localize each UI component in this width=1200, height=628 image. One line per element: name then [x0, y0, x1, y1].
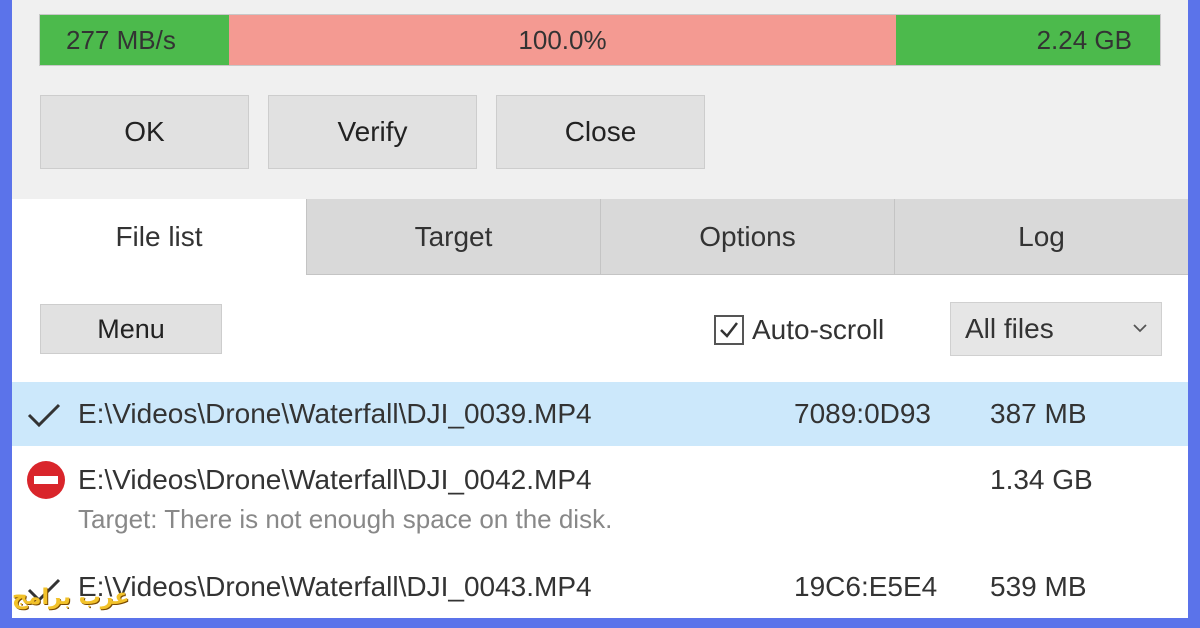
total-size: 2.24 GB: [896, 15, 1160, 65]
tab-log[interactable]: Log: [894, 199, 1188, 275]
file-error-message: Target: There is not enough space on the…: [78, 504, 613, 534]
transfer-speed: 277 MB/s: [40, 15, 229, 65]
autoscroll-checkbox[interactable]: [714, 315, 744, 345]
file-size: 1.34 GB: [990, 464, 1093, 495]
ok-button[interactable]: OK: [40, 95, 249, 169]
file-row[interactable]: E:\Videos\Drone\Waterfall\DJI_0039.MP4 7…: [12, 382, 1188, 446]
tab-file-list[interactable]: File list: [12, 199, 306, 275]
file-size: 387 MB: [990, 398, 1087, 429]
file-path: E:\Videos\Drone\Waterfall\DJI_0042.MP4: [78, 464, 592, 495]
chevron-down-icon: [1133, 324, 1147, 333]
menu-button[interactable]: Menu: [40, 304, 222, 354]
file-hash: 19C6:E5E4: [794, 571, 938, 602]
progress-percent: 100.0%: [229, 15, 896, 65]
file-row[interactable]: E:\Videos\Drone\Waterfall\DJI_0043.MP4 1…: [12, 557, 1188, 618]
verify-button[interactable]: Verify: [268, 95, 477, 169]
checkbox-check-icon: [720, 322, 738, 338]
tab-bar: File list Target Options Log: [12, 199, 1188, 275]
close-button[interactable]: Close: [496, 95, 705, 169]
file-path: E:\Videos\Drone\Waterfall\DJI_0043.MP4: [78, 571, 592, 602]
autoscroll-label: Auto-scroll: [752, 314, 885, 345]
tab-options[interactable]: Options: [600, 199, 894, 275]
copy-progress-bar: 277 MB/s 100.0% 2.24 GB: [39, 14, 1161, 66]
watermark-logo: عرب برامج: [12, 585, 130, 610]
file-filter-value: All files: [965, 313, 1054, 344]
tab-target[interactable]: Target: [306, 199, 600, 275]
app-window: 277 MB/s 100.0% 2.24 GB OK Verify Close …: [12, 0, 1188, 618]
error-icon: [27, 461, 65, 499]
autoscroll-toggle[interactable]: Auto-scroll: [714, 312, 884, 348]
file-hash: 7089:0D93: [794, 398, 932, 429]
file-size: 539 MB: [990, 571, 1087, 602]
checkmark-icon: [27, 403, 61, 428]
file-path: E:\Videos\Drone\Waterfall\DJI_0039.MP4: [78, 398, 592, 429]
file-filter-select[interactable]: All files: [950, 302, 1162, 356]
file-list-panel: Menu Auto-scroll All files E:\Videos\Dro…: [12, 275, 1188, 618]
file-row[interactable]: E:\Videos\Drone\Waterfall\DJI_0042.MP4 1…: [12, 446, 1188, 550]
